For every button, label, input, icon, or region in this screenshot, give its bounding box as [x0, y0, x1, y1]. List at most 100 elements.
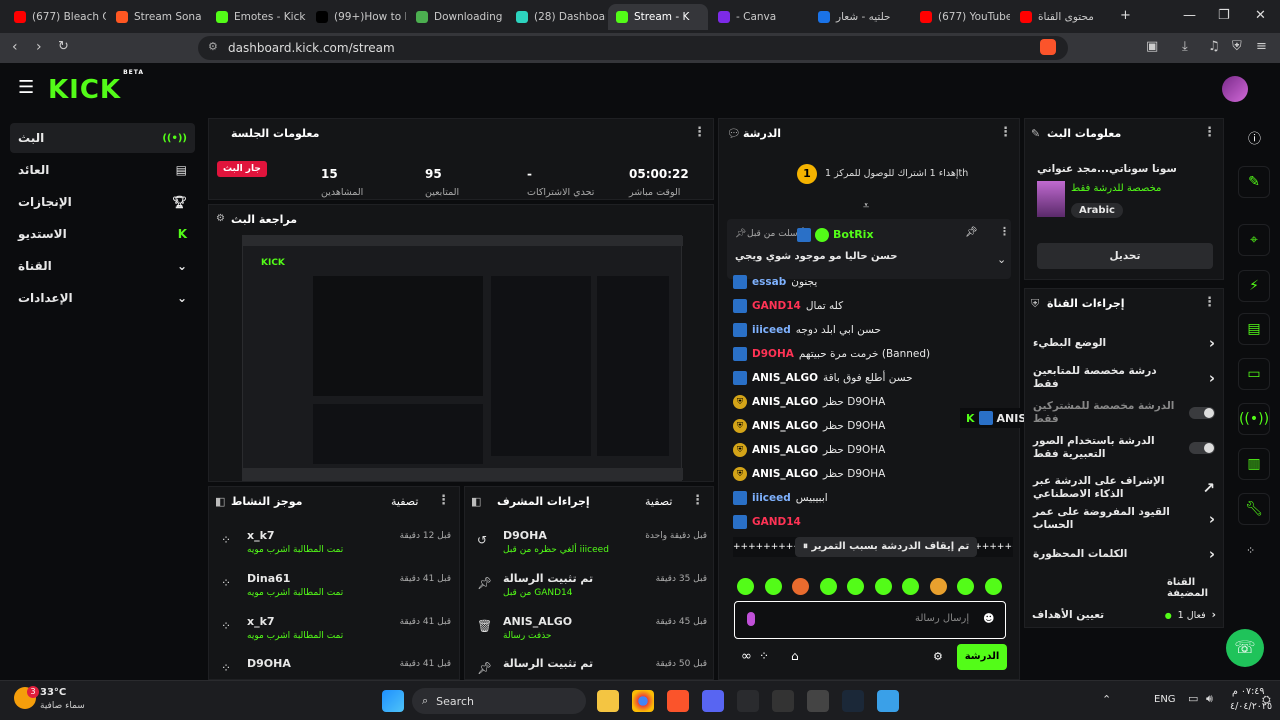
broadcast-icon[interactable]: ((•)): [1238, 403, 1270, 435]
url-field[interactable]: ⚙ dashboard.kick.com/stream: [198, 36, 1068, 60]
sidebar-item-channel[interactable]: القناة ⌄: [10, 251, 195, 281]
row-name[interactable]: D9OHA: [503, 529, 547, 542]
browser-tab[interactable]: Stream Sona |: [108, 4, 206, 30]
maximize-icon[interactable]: ❐: [1218, 8, 1230, 23]
chat-input[interactable]: إرسال رسالة ☻: [734, 601, 1006, 639]
volume-icon[interactable]: 🔊︎: [1206, 692, 1213, 706]
channel-action-item[interactable]: درشة مخصصة للمتابعين فقط ›: [1033, 365, 1215, 390]
chat-username[interactable]: GAND14: [752, 516, 801, 528]
menu-icon[interactable]: ≡: [1256, 39, 1267, 54]
filter-icon[interactable]: ◧: [215, 495, 225, 508]
brave-icon[interactable]: [667, 690, 689, 712]
info-icon[interactable]: ⓘ: [1248, 128, 1261, 147]
users-icon[interactable]: ⁘: [759, 649, 769, 663]
preview-settings-icon[interactable]: ⚙: [216, 213, 225, 224]
notification-icon[interactable]: ⛭: [1262, 693, 1271, 707]
support-button[interactable]: ☏: [1226, 629, 1264, 667]
more-icon[interactable]: ⋮: [693, 125, 706, 140]
browser-tab[interactable]: - Canva: [710, 4, 808, 30]
chat-username[interactable]: ANIS_ALGO: [752, 396, 818, 408]
emote-icon[interactable]: [764, 578, 782, 595]
browser-tab[interactable]: Downloading: [408, 4, 506, 30]
sidebar-item-achievements[interactable]: الإنجازات 🏆︎: [10, 187, 195, 217]
more-icon[interactable]: ⋮: [691, 493, 704, 508]
app-icon[interactable]: [737, 690, 759, 712]
chat-username[interactable]: essab: [752, 276, 786, 288]
goals-row[interactable]: تعيين الأهداف ● فعال 1 ›: [1032, 603, 1216, 627]
language-indicator[interactable]: ENG: [1154, 694, 1176, 705]
send-button[interactable]: الدرشة: [957, 644, 1007, 670]
host-channel-label[interactable]: القناة المضيفة: [1167, 577, 1223, 599]
chat-username[interactable]: D9OHA: [752, 348, 794, 360]
toggle-switch[interactable]: [1189, 442, 1215, 454]
vpn-icon[interactable]: ⛨: [1232, 39, 1242, 54]
network-icon[interactable]: ▭: [1188, 692, 1198, 705]
browser-tab[interactable]: (28) Dashboar: [508, 4, 606, 30]
sidebar-item-studio[interactable]: الاستديو K: [10, 219, 195, 249]
chat-bubble-icon[interactable]: ▭: [1238, 358, 1270, 390]
browser-tab[interactable]: (677) Bleach C: [6, 4, 106, 30]
layout-icon[interactable]: ▥: [1238, 448, 1270, 480]
channel-action-item[interactable]: الوضع البطيء ›: [1033, 331, 1215, 355]
bolt-icon[interactable]: ⚡︎: [1238, 270, 1270, 302]
taskbar-search[interactable]: ⌕ Search: [412, 688, 586, 714]
stream-preview-video[interactable]: KICK: [242, 235, 683, 481]
row-name[interactable]: x_k7: [247, 529, 275, 542]
emote-icon[interactable]: [874, 578, 892, 595]
emote-icon[interactable]: [984, 578, 1002, 595]
sidebar-item-settings[interactable]: الإعدادات ⌄: [10, 283, 195, 313]
chat-username[interactable]: GAND14: [752, 300, 801, 312]
chat-username[interactable]: ANIS_ALGO: [752, 420, 818, 432]
chat-username[interactable]: ANIS_ALGO: [752, 444, 818, 456]
filter-button[interactable]: تصفية: [391, 495, 418, 508]
back-icon[interactable]: ‹: [12, 39, 18, 55]
browser-tab[interactable]: (99+)How to D: [308, 4, 406, 30]
chat-username[interactable]: iiiceed: [752, 492, 791, 504]
avatar[interactable]: [1222, 76, 1248, 102]
steam-icon[interactable]: [842, 690, 864, 712]
discord-icon[interactable]: [702, 690, 724, 712]
download-icon[interactable]: ⤓: [1182, 39, 1188, 54]
emote-icon[interactable]: [902, 578, 919, 595]
emoji-icon[interactable]: ☻: [983, 612, 994, 625]
kick-logo[interactable]: KICKBETA: [48, 69, 143, 105]
brave-shield-icon[interactable]: [1040, 39, 1056, 55]
browser-tab[interactable]: محتوى القناة: [1012, 4, 1112, 30]
focus-icon[interactable]: ⌖: [1238, 224, 1270, 256]
browser-tab[interactable]: (677) YouTube: [912, 4, 1010, 30]
pin-icon[interactable]: 📌︎: [965, 227, 978, 238]
browser-tab[interactable]: Emotes - Kick: [208, 4, 306, 30]
more-icon[interactable]: ⋮: [437, 493, 450, 508]
collapse-icon[interactable]: ⩡: [863, 199, 869, 213]
row-name[interactable]: x_k7: [247, 615, 275, 628]
more-icon[interactable]: ⋮: [1203, 295, 1216, 310]
minimize-icon[interactable]: —: [1183, 8, 1196, 23]
channel-action-item[interactable]: القيود المفروضة على عمر الحساب ›: [1033, 506, 1215, 531]
channel-action-item[interactable]: الكلمات المحظورة ›: [1033, 542, 1215, 566]
obs-icon[interactable]: [807, 690, 829, 712]
chat-username[interactable]: ANIS_ALGO: [752, 372, 818, 384]
chrome-icon[interactable]: [632, 690, 654, 712]
pinned-more-icon[interactable]: ⋮: [999, 225, 1010, 238]
sidebar-item-revenue[interactable]: العائد ▤: [10, 155, 195, 185]
channel-action-item[interactable]: الدرشة باستخدام الصور التعبيرية فقط: [1033, 435, 1215, 460]
apps-icon[interactable]: ⁘: [1246, 544, 1255, 557]
pinned-user[interactable]: BotRix: [833, 228, 874, 241]
sidebar-toggle-icon[interactable]: ▣: [1146, 39, 1158, 54]
more-icon[interactable]: ⋮: [999, 125, 1012, 140]
emote-icon[interactable]: [929, 578, 947, 595]
emote-icon[interactable]: [957, 578, 974, 595]
stream-category[interactable]: مخصصة للدرشة فقط: [1071, 183, 1161, 194]
edit-icon[interactable]: ✎: [1238, 166, 1270, 198]
hamburger-icon[interactable]: ☰: [18, 77, 34, 98]
chat-paused-notice[interactable]: ⏸ تم إيقاف الدردشة بسبب التمرير: [795, 537, 978, 557]
edit-button[interactable]: تحديل: [1037, 243, 1213, 269]
emote-icon[interactable]: [737, 578, 754, 595]
sidebar-item-live[interactable]: البث ((•)): [10, 123, 195, 153]
notes-icon[interactable]: ▤: [1238, 313, 1270, 345]
emote-icon[interactable]: [792, 578, 809, 595]
clock-time[interactable]: ٠٧:٤٩ م: [1232, 686, 1265, 697]
chat-username[interactable]: ANIS_ALGO: [752, 468, 818, 480]
more-icon[interactable]: ⋮: [1203, 125, 1216, 140]
forward-icon[interactable]: ›: [36, 39, 42, 55]
